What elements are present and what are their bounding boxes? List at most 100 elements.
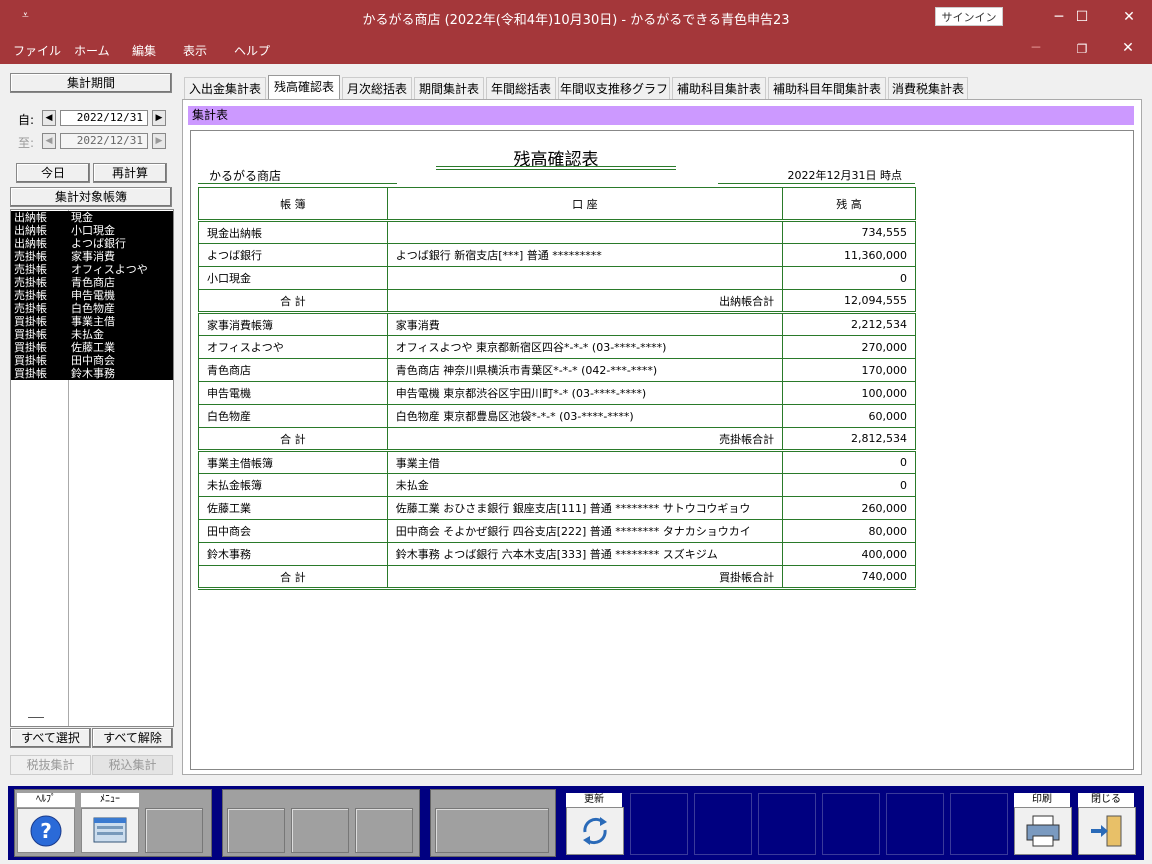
table-row: 現金出納帳 734,555 — [198, 219, 916, 244]
tab-annual[interactable]: 年間総括表 — [486, 77, 556, 100]
cell-account: 出納帳合計 — [386, 289, 784, 314]
child-minimize-button[interactable]: ─ — [1016, 40, 1056, 56]
refresh-button[interactable] — [566, 807, 624, 855]
cell-book: 白色物産 — [198, 404, 388, 428]
ledger-list[interactable]: 出納帳 現金 出納帳 小口現金 出納帳 よつば銀行 売掛帳 家事消費 売掛帳 オフィスよつや 売掛帳… — [10, 209, 174, 727]
tab-sub-account-annual[interactable]: 補助科目年間集計表 — [768, 77, 886, 100]
print-button[interactable] — [1014, 807, 1072, 855]
cell-balance: 170,000 — [782, 358, 916, 382]
menu-file[interactable]: ファイル — [13, 42, 61, 59]
close-label: 閉じる — [1078, 793, 1134, 807]
ledger-item[interactable]: 買掛帳 佐藤工業 — [11, 341, 173, 354]
ledger-item[interactable]: 売掛帳 家事消費 — [11, 250, 173, 263]
toolbar-group-2 — [222, 789, 420, 857]
table-row: 事業主借帳簿 事業主借 0 — [198, 449, 916, 474]
table-row: 白色物産 白色物産 東京都豊島区池袋*-*-* (03-****-****) 60,… — [198, 404, 916, 428]
ledger-item[interactable]: 売掛帳 青色商店 — [11, 276, 173, 289]
menu-help[interactable]: ヘルプ — [234, 42, 270, 59]
menu-edit[interactable]: 編集 — [132, 42, 156, 59]
cell-balance: 0 — [782, 449, 916, 474]
from-next-arrow[interactable]: ▶ — [152, 110, 166, 126]
ledger-name: 家事消費 — [71, 250, 115, 263]
recalc-button[interactable]: 再計算 — [93, 163, 167, 183]
target-ledgers-button[interactable]: 集計対象帳簿 — [10, 187, 172, 207]
tax-excluded-button[interactable]: 税抜集計 — [10, 755, 91, 775]
tax-included-button[interactable]: 税込集計 — [92, 755, 173, 775]
table-row: 申告電機 申告電機 東京都渋谷区宇田川町*-* (03-****-****) 100… — [198, 381, 916, 405]
tab-balance[interactable]: 残高確認表 — [268, 75, 340, 101]
help-icon: ? — [30, 815, 62, 847]
cell-book: 現金出納帳 — [198, 219, 388, 244]
table-row: 小口現金 0 — [198, 266, 916, 290]
empty-slot — [886, 793, 944, 855]
ledger-name: 佐藤工業 — [71, 341, 115, 354]
table-row: 田中商会 田中商会 そよかぜ銀行 四谷支店[222] 普通 ******** タナ… — [198, 519, 916, 543]
ledger-type: 買掛帳 — [14, 354, 47, 367]
child-close-button[interactable]: ✕ — [1108, 40, 1148, 56]
ledger-type: 買掛帳 — [14, 328, 47, 341]
select-all-button[interactable]: すべて選択 — [10, 728, 91, 748]
table-row: よつば銀行 よつば銀行 新宿支店[***] 普通 ********* 11,360,… — [198, 243, 916, 267]
menu-button[interactable] — [81, 808, 139, 853]
refresh-label: 更新 — [566, 793, 622, 807]
from-date-input[interactable]: 2022/12/31 — [60, 110, 148, 126]
toolbar-group-3 — [430, 789, 556, 857]
ledger-item[interactable]: 出納帳 現金 — [11, 211, 173, 224]
cell-balance: 740,000 — [782, 565, 916, 590]
tab-graph[interactable]: 年間収支推移グラフ — [558, 77, 670, 100]
today-button[interactable]: 今日 — [16, 163, 90, 183]
ledger-item[interactable]: 買掛帳 田中商会 — [11, 354, 173, 367]
cell-book: 合 計 — [198, 427, 388, 452]
ledger-item[interactable]: 買掛帳 鈴木事務 — [11, 367, 173, 380]
ledger-name: 青色商店 — [71, 276, 115, 289]
tab-sub-account[interactable]: 補助科目集計表 — [672, 77, 766, 100]
signin-button[interactable]: サインイン — [935, 7, 1003, 26]
ledger-item[interactable]: 出納帳 よつば銀行 — [11, 237, 173, 250]
ledger-item[interactable]: 売掛帳 申告電機 — [11, 289, 173, 302]
ledger-item[interactable]: 買掛帳 事業主借 — [11, 315, 173, 328]
ledger-item[interactable]: 買掛帳 未払金 — [11, 328, 173, 341]
list-scroll-grip — [28, 717, 44, 718]
deselect-all-button[interactable]: すべて解除 — [92, 728, 173, 748]
cell-balance: 2,212,534 — [782, 311, 916, 336]
from-prev-arrow[interactable]: ◀ — [42, 110, 56, 126]
ledger-item[interactable]: 売掛帳 白色物産 — [11, 302, 173, 315]
child-restore-button[interactable]: ❐ — [1062, 42, 1102, 56]
menu-home[interactable]: ホーム — [74, 42, 110, 59]
maximize-button[interactable]: ☐ — [1059, 0, 1105, 34]
ledger-item[interactable]: 売掛帳 オフィスよつや — [11, 263, 173, 276]
cell-balance: 60,000 — [782, 404, 916, 428]
to-next-arrow[interactable]: ▶ — [152, 133, 166, 149]
tab-consumption-tax[interactable]: 消費税集計表 — [888, 77, 968, 100]
period-button[interactable]: 集計期間 — [10, 73, 172, 93]
to-label: 至: — [18, 136, 35, 150]
cell-account: 鈴木事務 よつば銀行 六本木支店[333] 普通 ******** スズキジム — [386, 542, 784, 566]
tab-cashflow[interactable]: 入出金集計表 — [184, 77, 266, 100]
from-label: 自: — [18, 113, 35, 127]
to-date-input[interactable]: 2022/12/31 — [60, 133, 148, 149]
cell-book: 申告電機 — [198, 381, 388, 405]
header-account: 口 座 — [386, 187, 784, 221]
help-button[interactable]: ? — [17, 808, 75, 853]
cell-account: 白色物産 東京都豊島区池袋*-*-* (03-****-****) — [386, 404, 784, 428]
cell-balance: 0 — [782, 473, 916, 497]
cell-account: 青色商店 神奈川県横浜市青葉区*-*-* (042-***-****) — [386, 358, 784, 382]
total-row: 合 計買掛帳合計 740,000 — [198, 565, 916, 590]
to-prev-arrow[interactable]: ◀ — [42, 133, 56, 149]
ledger-name: よつば銀行 — [71, 237, 126, 250]
cell-book: 合 計 — [198, 565, 388, 590]
ledger-type: 出納帳 — [14, 211, 47, 224]
ledger-name: 小口現金 — [71, 224, 115, 237]
tab-monthly[interactable]: 月次総括表 — [342, 77, 412, 100]
cell-book: 佐藤工業 — [198, 496, 388, 520]
cell-balance: 0 — [782, 266, 916, 290]
tab-period[interactable]: 期間集計表 — [414, 77, 484, 100]
menu-view[interactable]: 表示 — [183, 42, 207, 59]
cell-account: 売掛帳合計 — [386, 427, 784, 452]
empty-slot — [758, 793, 816, 855]
close-window-button[interactable]: ✕ — [1106, 0, 1152, 34]
ledger-item[interactable]: 出納帳 小口現金 — [11, 224, 173, 237]
cell-balance: 260,000 — [782, 496, 916, 520]
exit-button[interactable] — [1078, 807, 1136, 855]
cell-account: 買掛帳合計 — [386, 565, 784, 590]
